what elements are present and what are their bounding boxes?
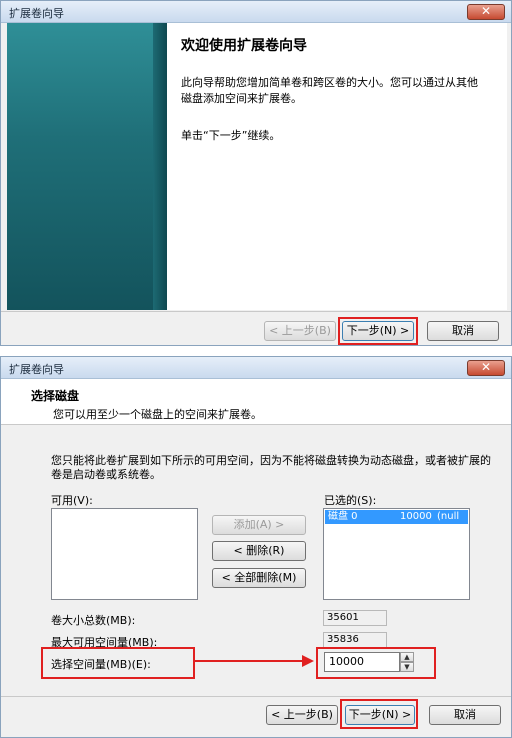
list-item[interactable]: 磁盘 0 10000 (null: [325, 510, 468, 524]
welcome-instruction: 单击“下一步”继续。: [181, 129, 281, 142]
back-button[interactable]: < 上一步(B): [264, 321, 336, 341]
arrow-right-icon: [302, 655, 314, 667]
footer-divider: [1, 696, 511, 697]
remove-button[interactable]: < 删除(R): [212, 541, 306, 561]
selected-disk-extra: (null: [437, 511, 460, 522]
available-disks-list[interactable]: [51, 508, 198, 600]
selected-label: 已选的(S):: [324, 494, 377, 507]
window-title: 扩展卷向导: [9, 363, 64, 376]
page-title: 选择磁盘: [31, 389, 80, 403]
extend-volume-wizard-select-disk: 扩展卷向导 ✕ 选择磁盘 您可以用至少一个磁盘上的空间来扩展卷。 您只能将此卷扩…: [0, 356, 512, 738]
banner-strip: [153, 23, 167, 310]
extend-volume-wizard-welcome: 扩展卷向导 ✕ 欢迎使用扩展卷向导 此向导帮助您增加简单卷和跨区卷的大小。您可以…: [0, 0, 512, 346]
footer-divider: [1, 311, 511, 312]
close-button[interactable]: ✕: [467, 4, 505, 20]
cancel-button[interactable]: 取消: [427, 321, 499, 341]
selected-disk-name: 磁盘 0: [328, 511, 358, 522]
max-space-value: 35836: [323, 632, 387, 648]
add-button[interactable]: 添加(A) >: [212, 515, 306, 535]
wizard-banner-image: [7, 23, 167, 310]
welcome-description: 此向导帮助您增加简单卷和跨区卷的大小。您可以通过从其他磁盘添加空间来扩展卷。: [181, 76, 478, 105]
page-subtitle: 您可以用至少一个磁盘上的空间来扩展卷。: [53, 408, 262, 421]
next-button-highlight: [340, 699, 418, 729]
total-size-value: 35601: [323, 610, 387, 626]
welcome-content: 欢迎使用扩展卷向导 此向导帮助您增加简单卷和跨区卷的大小。您可以通过从其他磁盘添…: [167, 23, 507, 310]
close-button[interactable]: ✕: [467, 360, 505, 376]
next-button-highlight: [338, 317, 418, 345]
total-size-label: 卷大小总数(MB):: [51, 614, 136, 627]
select-space-input-highlight: [316, 647, 436, 679]
remove-all-button[interactable]: < 全部删除(M): [212, 568, 306, 588]
title-bar[interactable]: 扩展卷向导 ✕: [1, 1, 511, 23]
select-space-label-highlight: [41, 647, 195, 679]
extend-note: 您只能将此卷扩展到如下所示的可用空间，因为不能将磁盘转换为动态磁盘，或者被扩展的…: [51, 454, 491, 481]
available-label: 可用(V):: [51, 494, 93, 507]
title-bar[interactable]: 扩展卷向导 ✕: [1, 357, 511, 379]
selected-disks-list[interactable]: 磁盘 0 10000 (null: [323, 508, 470, 600]
annotation-arrow-line: [195, 660, 305, 662]
cancel-button[interactable]: 取消: [429, 705, 501, 725]
back-button[interactable]: < 上一步(B): [266, 705, 338, 725]
window-title: 扩展卷向导: [9, 7, 64, 20]
selected-disk-size: 10000: [400, 511, 432, 522]
page-header: 选择磁盘 您可以用至少一个磁盘上的空间来扩展卷。: [1, 379, 511, 425]
welcome-heading: 欢迎使用扩展卷向导: [181, 38, 307, 54]
